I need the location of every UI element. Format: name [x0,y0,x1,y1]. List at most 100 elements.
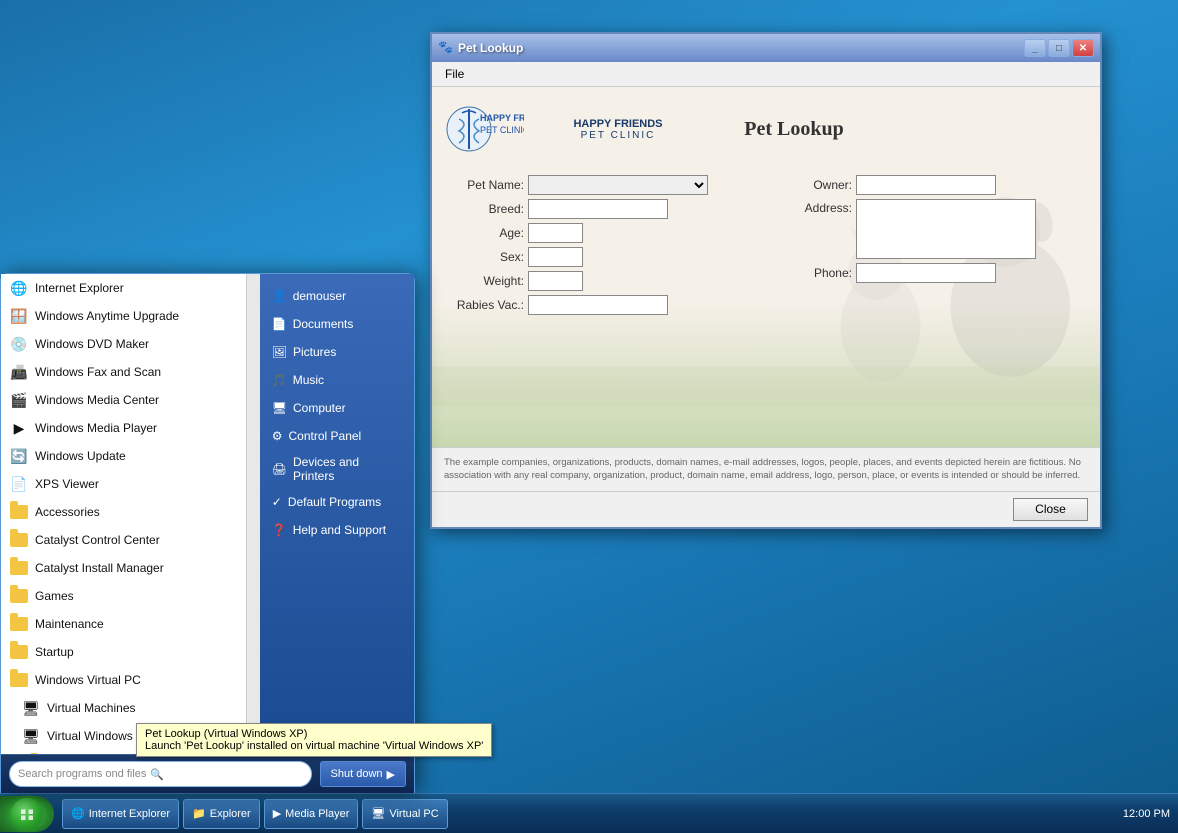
shutdown-button[interactable]: Shut down ▶ [320,761,406,787]
search-box[interactable]: Search programs ond files 🔍 [9,761,312,787]
phone-input[interactable] [856,263,996,283]
sidebar-item-catalyst-im[interactable]: Catalyst Install Manager [1,554,260,582]
sidebar-item-xps[interactable]: 📄 XPS Viewer [1,470,260,498]
sidebar-item-anytime-upgrade[interactable]: 🪟 Windows Anytime Upgrade [1,302,260,330]
tooltip-line1: Pet Lookup (Virtual Windows XP) [145,728,483,740]
form-left: Pet Name: Breed: Age: Sex: [444,175,760,315]
right-item-default-programs[interactable]: ✓ Default Programs [260,488,414,516]
age-label: Age: [444,226,524,240]
taskbar-media-label: Media Player [285,808,349,820]
control-panel-label: Control Panel [289,429,362,443]
right-item-devices[interactable]: 🖨 Devices and Printers [260,450,414,488]
form-grid: Pet Name: Breed: Age: Sex: [444,175,1088,315]
right-item-help[interactable]: ❓ Help and Support [260,516,414,544]
taskbar: 🌐 Internet Explorer 📁 Explorer ▶ Media P… [0,793,1178,833]
right-item-music[interactable]: 🎵 Music [260,366,414,394]
tooltip-line2: Launch 'Pet Lookup' installed on virtual… [145,740,483,752]
sidebar-item-media-center[interactable]: 🎬 Windows Media Center [1,386,260,414]
taskbar-items: 🌐 Internet Explorer 📁 Explorer ▶ Media P… [58,799,1115,829]
sidebar-item-maintenance[interactable]: Maintenance [1,610,260,638]
computer-label: Computer [293,401,346,415]
sex-input[interactable] [528,247,583,267]
sidebar-item-media-player[interactable]: ▶ Windows Media Player [1,414,260,442]
sidebar-item-dvd-maker[interactable]: 💿 Windows DVD Maker [1,330,260,358]
start-button[interactable] [0,796,54,832]
lookup-title: Pet Lookup [744,118,843,140]
sidebar-item-accessories[interactable]: Accessories [1,498,260,526]
sex-label: Sex: [444,250,524,264]
right-item-pictures[interactable]: 🖼 Pictures [260,338,414,366]
close-window-button[interactable]: ✕ [1072,39,1094,57]
catalyst-im-label: Catalyst Install Manager [35,561,164,575]
help-label: Help and Support [293,523,386,537]
menu-bar: File [432,62,1100,87]
taskbar-explorer-icon: 📁 [192,807,206,820]
vpc-icon [9,670,29,690]
address-label: Address: [772,199,852,215]
address-textarea[interactable] [856,199,1036,259]
control-panel-icon: ⚙ [272,429,283,443]
sidebar-item-vpc[interactable]: Windows Virtual PC [1,666,260,694]
xps-label: XPS Viewer [35,477,99,491]
window-app-icon: 🐾 [438,40,454,56]
rabies-input[interactable] [528,295,668,315]
demouser-icon: 👤 [272,289,287,303]
clinic-logo: HAPPY FRIENDS PET CLINIC [444,99,524,159]
file-menu[interactable]: File [436,64,473,84]
sidebar-item-games[interactable]: Games [1,582,260,610]
accessories-icon [9,502,29,522]
right-item-computer[interactable]: 🖥 Computer [260,394,414,422]
taskbar-ie-label: Internet Explorer [89,808,170,820]
right-item-demouser[interactable]: 👤 demouser [260,282,414,310]
anytime-icon: 🪟 [9,306,29,326]
music-icon: 🎵 [272,373,287,387]
documents-icon: 📄 [272,317,287,331]
right-item-control-panel[interactable]: ⚙ Control Panel [260,422,414,450]
form-right: Owner: Address: Phone: [772,175,1088,315]
taskbar-virt-button[interactable]: 🖥 Virtual PC [362,799,447,829]
sidebar-item-fax[interactable]: 📠 Windows Fax and Scan [1,358,260,386]
start-menu-body: 🌐 Internet Explorer 🪟 Windows Anytime Up… [1,274,414,754]
sidebar-item-catalyst-cc[interactable]: Catalyst Control Center [1,526,260,554]
computer-icon: 🖥 [272,401,287,415]
sidebar-item-vm[interactable]: 🖥 Virtual Machines [1,694,260,722]
window-title: Pet Lookup [458,41,1020,55]
music-label: Music [293,373,324,387]
pet-name-select[interactable] [528,175,708,195]
clock: 12:00 PM [1123,808,1170,820]
weight-input[interactable] [528,271,583,291]
owner-row: Owner: [772,175,1088,195]
taskbar-ie-button[interactable]: 🌐 Internet Explorer [62,799,179,829]
breed-input[interactable] [528,199,668,219]
age-row: Age: [444,223,760,243]
taskbar-tray: 12:00 PM [1115,808,1178,820]
age-input[interactable] [528,223,583,243]
start-menu-right: 👤 demouser 📄 Documents 🖼 Pictures 🎵 Musi… [260,274,414,754]
owner-input[interactable] [856,175,996,195]
window-titlebar: 🐾 Pet Lookup _ □ ✕ [432,34,1100,62]
taskbar-ie-icon: 🌐 [71,807,85,820]
fax-icon: 📠 [9,362,29,382]
pictures-icon: 🖼 [272,345,287,359]
sidebar-item-ie[interactable]: 🌐 Internet Explorer [1,274,260,302]
minimize-button[interactable]: _ [1024,39,1046,57]
taskbar-media-button[interactable]: ▶ Media Player [264,799,359,829]
help-icon: ❓ [272,523,287,537]
taskbar-virt-icon: 🖥 [371,807,385,820]
sidebar-item-startup[interactable]: Startup [1,638,260,666]
taskbar-explorer-button[interactable]: 📁 Explorer [183,799,260,829]
close-button[interactable]: Close [1013,498,1088,521]
maximize-button[interactable]: □ [1048,39,1070,57]
startup-icon [9,642,29,662]
pet-name-row: Pet Name: [444,175,760,195]
pictures-label: Pictures [293,345,336,359]
sidebar-item-update[interactable]: 🔄 Windows Update [1,442,260,470]
scrollbar[interactable] [246,274,260,754]
fax-label: Windows Fax and Scan [35,365,161,379]
form-area: HAPPY FRIENDS PET CLINIC HAPPY FRIENDS P… [432,87,1100,447]
right-item-documents[interactable]: 📄 Documents [260,310,414,338]
owner-label: Owner: [772,178,852,192]
search-icon: 🔍 [150,768,164,781]
update-label: Windows Update [35,449,126,463]
svg-text:PET CLINIC: PET CLINIC [480,125,524,135]
